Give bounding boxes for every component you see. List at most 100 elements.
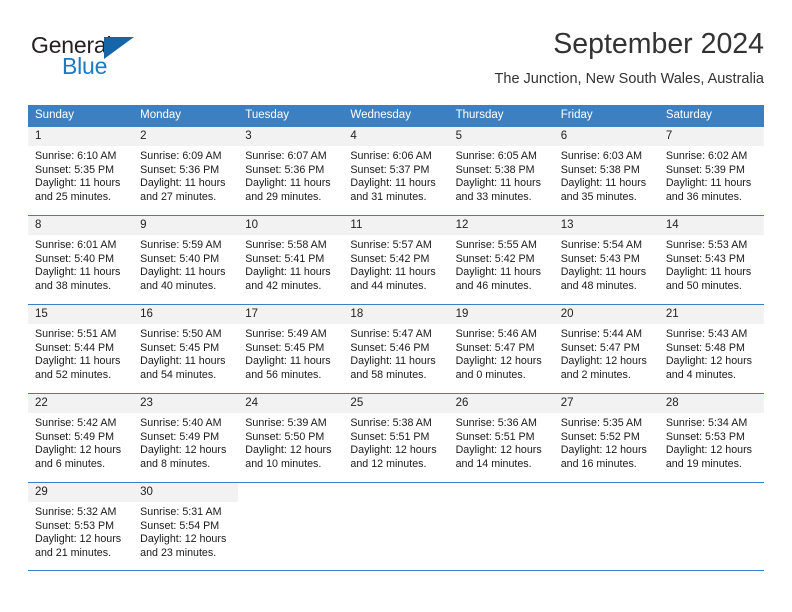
day-sunset-text: Sunset: 5:49 PM <box>140 430 220 443</box>
day-sunset-text: Sunset: 5:41 PM <box>245 252 325 265</box>
day-daylight1-text: Daylight: 12 hours <box>665 355 752 368</box>
day-sun-info: Sunrise: 5:58 AM Sunset: 5:41 PM Daylight:… <box>238 235 343 293</box>
day-daylight1-text: Daylight: 12 hours <box>35 444 122 457</box>
day-daylight2-text: and 23 minutes. <box>140 546 217 559</box>
day-sun-info: Sunrise: 6:05 AM Sunset: 5:38 PM Daylight:… <box>449 146 554 204</box>
day-cell[interactable]: 23 Sunrise: 5:40 AM Sunset: 5:49 PM Dayligh… <box>133 394 239 482</box>
day-number: 11 <box>343 216 449 235</box>
day-number: 8 <box>28 216 134 235</box>
day-sunset-text: Sunset: 5:44 PM <box>35 341 115 354</box>
day-daylight1-text: Daylight: 11 hours <box>350 177 436 190</box>
day-cell[interactable]: 26 Sunrise: 5:36 AM Sunset: 5:51 PM Dayligh… <box>448 394 554 482</box>
day-cell[interactable]: 1 Sunrise: 6:10 AM Sunset: 5:35 PM Daylight… <box>28 127 134 215</box>
day-cell[interactable]: 29 Sunrise: 5:32 AM Sunset: 5:53 PM Dayligh… <box>28 483 134 570</box>
day-daylight1-text: Daylight: 12 hours <box>35 533 122 546</box>
day-sun-info: Sunrise: 5:49 AM Sunset: 5:45 PM Daylight:… <box>238 324 343 382</box>
day-sun-info: Sunrise: 6:02 AM Sunset: 5:39 PM Daylight:… <box>659 146 764 204</box>
day-number: 2 <box>133 127 239 146</box>
day-daylight2-text: and 31 minutes. <box>350 190 427 203</box>
day-daylight1-text: Daylight: 11 hours <box>665 177 752 190</box>
day-daylight2-text: and 42 minutes. <box>245 279 322 292</box>
day-number: 10 <box>238 216 344 235</box>
day-cell[interactable]: 13 Sunrise: 5:54 AM Sunset: 5:43 PM Dayligh… <box>553 216 659 304</box>
day-sunset-text: Sunset: 5:42 PM <box>350 252 430 265</box>
day-number: 23 <box>133 394 239 413</box>
day-daylight1-text: Daylight: 12 hours <box>140 444 227 457</box>
day-sun-info: Sunrise: 6:06 AM Sunset: 5:37 PM Daylight:… <box>343 146 448 204</box>
calendar-week-row: 29 Sunrise: 5:32 AM Sunset: 5:53 PM Dayligh… <box>28 482 764 571</box>
calendar-week-row: 22 Sunrise: 5:42 AM Sunset: 5:49 PM Dayligh… <box>28 393 764 482</box>
day-sunrise-text: Sunrise: 5:43 AM <box>665 328 748 340</box>
day-sunrise-text: Sunrise: 6:05 AM <box>455 150 537 162</box>
day-cell[interactable]: 30 Sunrise: 5:31 AM Sunset: 5:54 PM Dayligh… <box>133 483 239 570</box>
day-sun-info: Sunrise: 5:50 AM Sunset: 5:45 PM Daylight:… <box>133 324 238 382</box>
day-sunrise-text: Sunrise: 5:59 AM <box>140 239 222 251</box>
day-cell[interactable]: 5 Sunrise: 6:05 AM Sunset: 5:38 PM Daylight… <box>448 127 554 215</box>
day-sunset-text: Sunset: 5:50 PM <box>245 430 325 443</box>
day-daylight1-text: Daylight: 11 hours <box>140 177 226 190</box>
day-sunrise-text: Sunrise: 6:06 AM <box>350 150 432 162</box>
day-number: 5 <box>448 127 554 146</box>
day-daylight2-text: and 8 minutes. <box>140 457 211 470</box>
day-cell[interactable]: 17 Sunrise: 5:49 AM Sunset: 5:45 PM Dayligh… <box>238 305 344 393</box>
day-cell[interactable]: 28 Sunrise: 5:34 AM Sunset: 5:53 PM Dayligh… <box>658 394 764 482</box>
day-cell[interactable]: 20 Sunrise: 5:44 AM Sunset: 5:47 PM Dayligh… <box>553 305 659 393</box>
day-cell[interactable]: 11 Sunrise: 5:57 AM Sunset: 5:42 PM Dayligh… <box>343 216 449 304</box>
day-cell[interactable]: 27 Sunrise: 5:35 AM Sunset: 5:52 PM Dayligh… <box>553 394 659 482</box>
day-number: 24 <box>238 394 344 413</box>
day-sunset-text: Sunset: 5:38 PM <box>455 163 535 176</box>
calendar-week-row: 15 Sunrise: 5:51 AM Sunset: 5:44 PM Dayligh… <box>28 304 764 393</box>
title-block: September 2024 The Junction, New South W… <box>495 26 764 90</box>
day-cell[interactable]: 24 Sunrise: 5:39 AM Sunset: 5:50 PM Dayligh… <box>238 394 344 482</box>
general-blue-logo[interactable]: General Blue <box>31 32 231 92</box>
day-cell[interactable]: 10 Sunrise: 5:58 AM Sunset: 5:41 PM Dayligh… <box>238 216 344 304</box>
day-cell[interactable]: 22 Sunrise: 5:42 AM Sunset: 5:49 PM Dayligh… <box>28 394 134 482</box>
day-sun-info: Sunrise: 5:32 AM Sunset: 5:53 PM Daylight:… <box>28 502 133 560</box>
day-cell[interactable]: 15 Sunrise: 5:51 AM Sunset: 5:44 PM Dayligh… <box>28 305 134 393</box>
day-daylight2-text: and 10 minutes. <box>245 457 322 470</box>
day-cell[interactable]: 12 Sunrise: 5:55 AM Sunset: 5:42 PM Dayligh… <box>448 216 554 304</box>
day-cell[interactable]: 14 Sunrise: 5:53 AM Sunset: 5:43 PM Dayligh… <box>658 216 764 304</box>
day-cell[interactable]: 9 Sunrise: 5:59 AM Sunset: 5:40 PM Daylight… <box>133 216 239 304</box>
weekday-header-row: Sunday Monday Tuesday Wednesday Thursday Frid… <box>28 105 764 126</box>
day-daylight2-text: and 52 minutes. <box>35 368 112 381</box>
day-cell[interactable]: 6 Sunrise: 6:03 AM Sunset: 5:38 PM Daylight… <box>553 127 659 215</box>
day-daylight2-text: and 46 minutes. <box>455 279 532 292</box>
day-sunset-text: Sunset: 5:39 PM <box>665 163 745 176</box>
day-number: 14 <box>658 216 764 235</box>
day-daylight1-text: Daylight: 12 hours <box>350 444 437 457</box>
day-number <box>658 483 764 502</box>
day-sunrise-text: Sunrise: 6:07 AM <box>245 150 327 162</box>
day-cell[interactable]: 19 Sunrise: 5:46 AM Sunset: 5:47 PM Dayligh… <box>448 305 554 393</box>
day-cell[interactable]: 21 Sunrise: 5:43 AM Sunset: 5:48 PM Dayligh… <box>658 305 764 393</box>
day-sunrise-text: Sunrise: 5:36 AM <box>455 417 537 429</box>
day-cell[interactable]: 18 Sunrise: 5:47 AM Sunset: 5:46 PM Dayligh… <box>343 305 449 393</box>
day-daylight1-text: Daylight: 11 hours <box>35 177 121 190</box>
day-daylight1-text: Daylight: 11 hours <box>665 266 752 279</box>
day-daylight1-text: Daylight: 11 hours <box>455 266 541 279</box>
day-cell[interactable]: 8 Sunrise: 6:01 AM Sunset: 5:40 PM Daylight… <box>28 216 134 304</box>
weekday-header-monday: Monday <box>140 109 182 121</box>
day-cell[interactable]: 7 Sunrise: 6:02 AM Sunset: 5:39 PM Daylight… <box>658 127 764 215</box>
page-subtitle: The Junction, New South Wales, Australia <box>494 71 764 87</box>
day-daylight1-text: Daylight: 11 hours <box>245 177 331 190</box>
day-daylight1-text: Daylight: 11 hours <box>245 266 331 279</box>
day-cell[interactable]: 2 Sunrise: 6:09 AM Sunset: 5:36 PM Daylight… <box>133 127 239 215</box>
calendar-page: General Blue September 2024 The Junction… <box>0 0 792 612</box>
day-daylight1-text: Daylight: 11 hours <box>350 355 436 368</box>
day-sun-info: Sunrise: 5:42 AM Sunset: 5:49 PM Daylight:… <box>28 413 133 471</box>
day-daylight2-text: and 21 minutes. <box>35 546 112 559</box>
day-cell[interactable]: 16 Sunrise: 5:50 AM Sunset: 5:45 PM Dayligh… <box>133 305 239 393</box>
day-cell[interactable]: 4 Sunrise: 6:06 AM Sunset: 5:37 PM Daylight… <box>343 127 449 215</box>
day-number: 28 <box>658 394 764 413</box>
day-number: 26 <box>448 394 554 413</box>
weekday-header-friday: Friday <box>560 109 593 121</box>
day-sunrise-text: Sunrise: 5:51 AM <box>35 328 117 340</box>
day-cell[interactable]: 3 Sunrise: 6:07 AM Sunset: 5:36 PM Daylight… <box>238 127 344 215</box>
weekday-header-saturday: Saturday <box>665 109 712 121</box>
day-cell[interactable]: 25 Sunrise: 5:38 AM Sunset: 5:51 PM Dayligh… <box>343 394 449 482</box>
day-sunset-text: Sunset: 5:48 PM <box>665 341 745 354</box>
weekday-header-wednesday: Wednesday <box>350 109 411 121</box>
weekday-header-thursday: Thursday <box>455 109 504 121</box>
day-number: 27 <box>553 394 659 413</box>
